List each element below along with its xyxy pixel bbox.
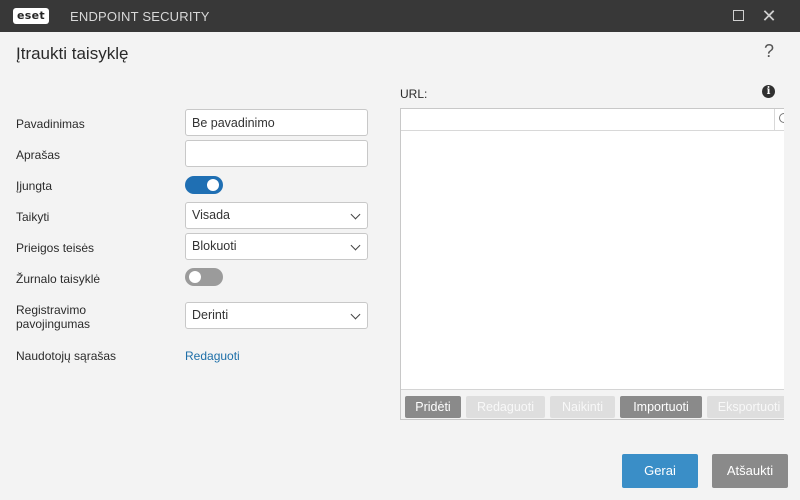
toggle-knob	[189, 271, 201, 283]
eset-logo: eset	[13, 7, 49, 24]
cancel-button[interactable]: Atšaukti	[712, 454, 788, 488]
access-select-value: Blokuoti	[192, 239, 237, 253]
users-edit-link[interactable]: Redaguoti	[185, 349, 240, 363]
url-search-row	[401, 109, 784, 131]
description-input[interactable]	[185, 140, 368, 167]
severity-select-value: Derinti	[192, 308, 229, 322]
description-label: Aprašas	[16, 148, 61, 162]
name-label: Pavadinimas	[16, 117, 85, 131]
delete-button[interactable]: Naikinti	[550, 396, 615, 418]
chevron-down-icon	[350, 209, 361, 220]
name-input[interactable]	[185, 109, 368, 136]
toggle-knob	[207, 179, 219, 191]
search-icon[interactable]	[779, 113, 784, 123]
product-name: ENDPOINT SECURITY	[70, 9, 210, 24]
users-label: Naudotojų sąrašas	[16, 349, 117, 363]
log-rule-label: Žurnalo taisyklė	[16, 272, 101, 286]
severity-select[interactable]: Derinti	[185, 302, 368, 329]
maximize-icon	[732, 10, 744, 21]
page-title: Įtraukti taisyklę	[16, 44, 129, 63]
close-button[interactable]: ✕	[757, 4, 781, 28]
chevron-down-icon	[350, 240, 361, 251]
export-button[interactable]: Eksportuoti	[707, 396, 784, 418]
url-search-input[interactable]	[401, 109, 775, 131]
access-label: Prieigos teisės	[16, 241, 95, 255]
close-icon: ✕	[761, 6, 777, 26]
url-list[interactable]	[401, 131, 784, 389]
severity-label-line2: pavojingumas	[16, 317, 91, 331]
ok-button[interactable]: Gerai	[622, 454, 698, 488]
url-toolbar: Pridėti Redaguoti Naikinti Importuoti Ek…	[401, 389, 784, 419]
severity-label: Registravimo pavojingumas	[16, 303, 90, 331]
help-icon[interactable]: ?	[764, 41, 774, 62]
apply-select[interactable]: Visada	[185, 202, 368, 229]
info-icon[interactable]: i	[762, 85, 775, 98]
access-select[interactable]: Blokuoti	[185, 233, 368, 260]
import-button[interactable]: Importuoti	[620, 396, 702, 418]
logo-text: eset	[13, 7, 49, 24]
title-bar: eset ENDPOINT SECURITY ✕	[0, 0, 800, 32]
enabled-label: Įjungta	[16, 179, 53, 193]
add-button[interactable]: Pridėti	[405, 396, 461, 418]
apply-select-value: Visada	[192, 208, 230, 222]
enabled-toggle[interactable]	[185, 176, 223, 194]
url-label: URL:	[400, 87, 428, 101]
log-rule-toggle[interactable]	[185, 268, 223, 286]
chevron-down-icon	[350, 309, 361, 320]
url-panel: Pridėti Redaguoti Naikinti Importuoti Ek…	[400, 108, 784, 420]
apply-label: Taikyti	[16, 210, 50, 224]
maximize-button[interactable]	[726, 4, 750, 28]
edit-button[interactable]: Redaguoti	[466, 396, 545, 418]
severity-label-line1: Registravimo	[16, 303, 87, 317]
